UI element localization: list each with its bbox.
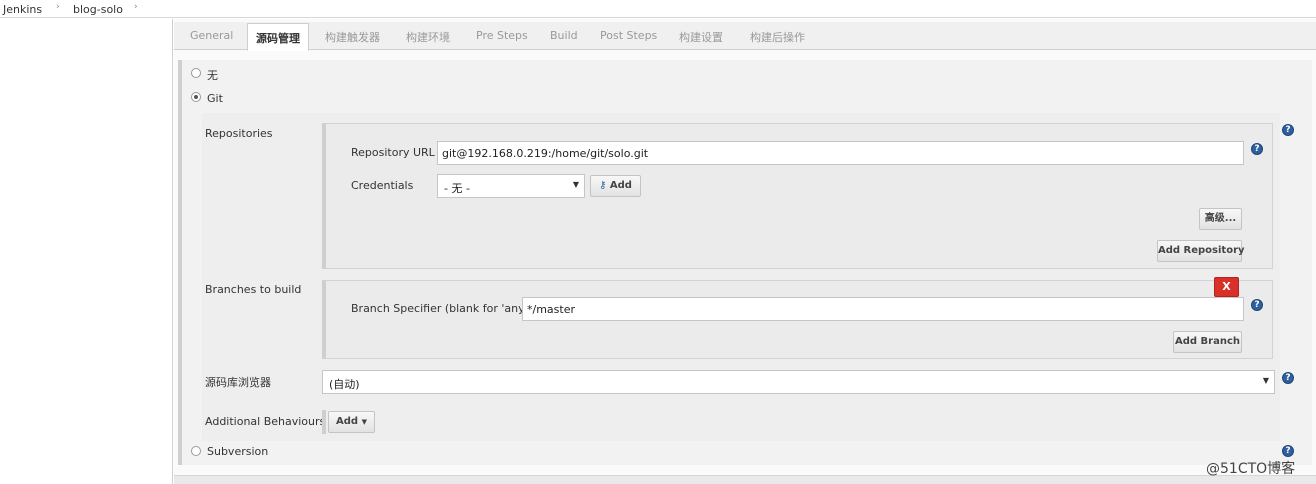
branch-specifier-input[interactable]: */master [522,297,1244,321]
repository-url-help-icon[interactable]: ? [1251,143,1263,155]
repo-browser-label: 源码库浏览器 [205,376,271,389]
repository-url-input[interactable]: git@192.168.0.219:/home/git/solo.git [437,141,1244,165]
advanced-button[interactable]: 高级... [1199,208,1242,230]
caret-down-icon: ▼ [572,180,579,189]
additional-behaviours-label: Additional Behaviours [205,415,326,428]
tab-post-build-actions[interactable]: 构建后操作 [750,29,805,45]
repo-browser-value: (自动) [329,378,360,391]
branch-specifier-help-icon[interactable]: ? [1251,299,1263,311]
repositories-label: Repositories [205,127,273,140]
chevron-right-icon: › [56,2,60,12]
tab-pre-steps[interactable]: Pre Steps [476,29,528,42]
tab-post-steps[interactable]: Post Steps [600,29,657,42]
footer-bar [174,475,1316,484]
scm-subversion-label: Subversion [207,445,269,458]
chevron-right-icon: › [134,2,138,12]
tab-build-triggers[interactable]: 构建触发器 [325,29,380,45]
breadcrumb-jenkins[interactable]: Jenkins [3,3,42,16]
caret-down-icon: ▼ [1262,376,1269,385]
credentials-select[interactable]: - 无 - ▼ [437,174,585,198]
add-repository-button[interactable]: Add Repository [1157,240,1245,262]
repo-browser-select[interactable]: (自动) ▼ [322,370,1275,394]
side-panel [0,19,173,484]
caret-down-icon: ▼ [361,418,367,426]
subversion-help-icon[interactable]: ? [1282,445,1294,457]
scm-git-label: Git [207,92,223,105]
repositories-help-icon[interactable]: ? [1282,124,1294,136]
credentials-label: Credentials [351,179,414,192]
branch-specifier-label: Branch Specifier (blank for 'any') [351,302,532,315]
credentials-value: - 无 - [444,182,470,195]
scm-none-label: 无 [207,69,218,82]
tab-build-environment[interactable]: 构建环境 [406,29,450,45]
branches-label: Branches to build [205,283,302,296]
behaviours-bar [322,410,326,434]
scm-git-radio[interactable] [191,92,201,102]
repo-browser-help-icon[interactable]: ? [1282,372,1294,384]
add-behaviour-button[interactable]: Add ▼ [328,411,375,433]
breadcrumb-blog-solo[interactable]: blog-solo [73,3,123,16]
tab-build-settings[interactable]: 构建设置 [679,29,723,45]
scm-subversion-radio[interactable] [191,446,201,456]
breadcrumb: Jenkins › blog-solo › [0,0,1316,18]
tab-build[interactable]: Build [550,29,578,42]
tab-general[interactable]: General [190,29,233,42]
key-icon: ⚷ [599,180,607,191]
add-branch-button[interactable]: Add Branch [1173,331,1242,353]
tab-label: 源码管理 [256,32,300,45]
repository-url-label: Repository URL [351,146,435,159]
config-tabs: General 构建触发器 构建环境 Pre Steps Build Post … [174,22,1316,50]
add-credentials-label: Add [609,180,632,191]
add-behaviour-label: Add [336,416,359,427]
delete-branch-button[interactable]: X [1214,277,1239,297]
tab-source-code-management[interactable]: 源码管理 [247,23,309,51]
scm-none-radio[interactable] [191,68,201,78]
watermark: @51CTO博客 [1206,461,1296,477]
add-credentials-button[interactable]: ⚷ Add [590,175,641,197]
